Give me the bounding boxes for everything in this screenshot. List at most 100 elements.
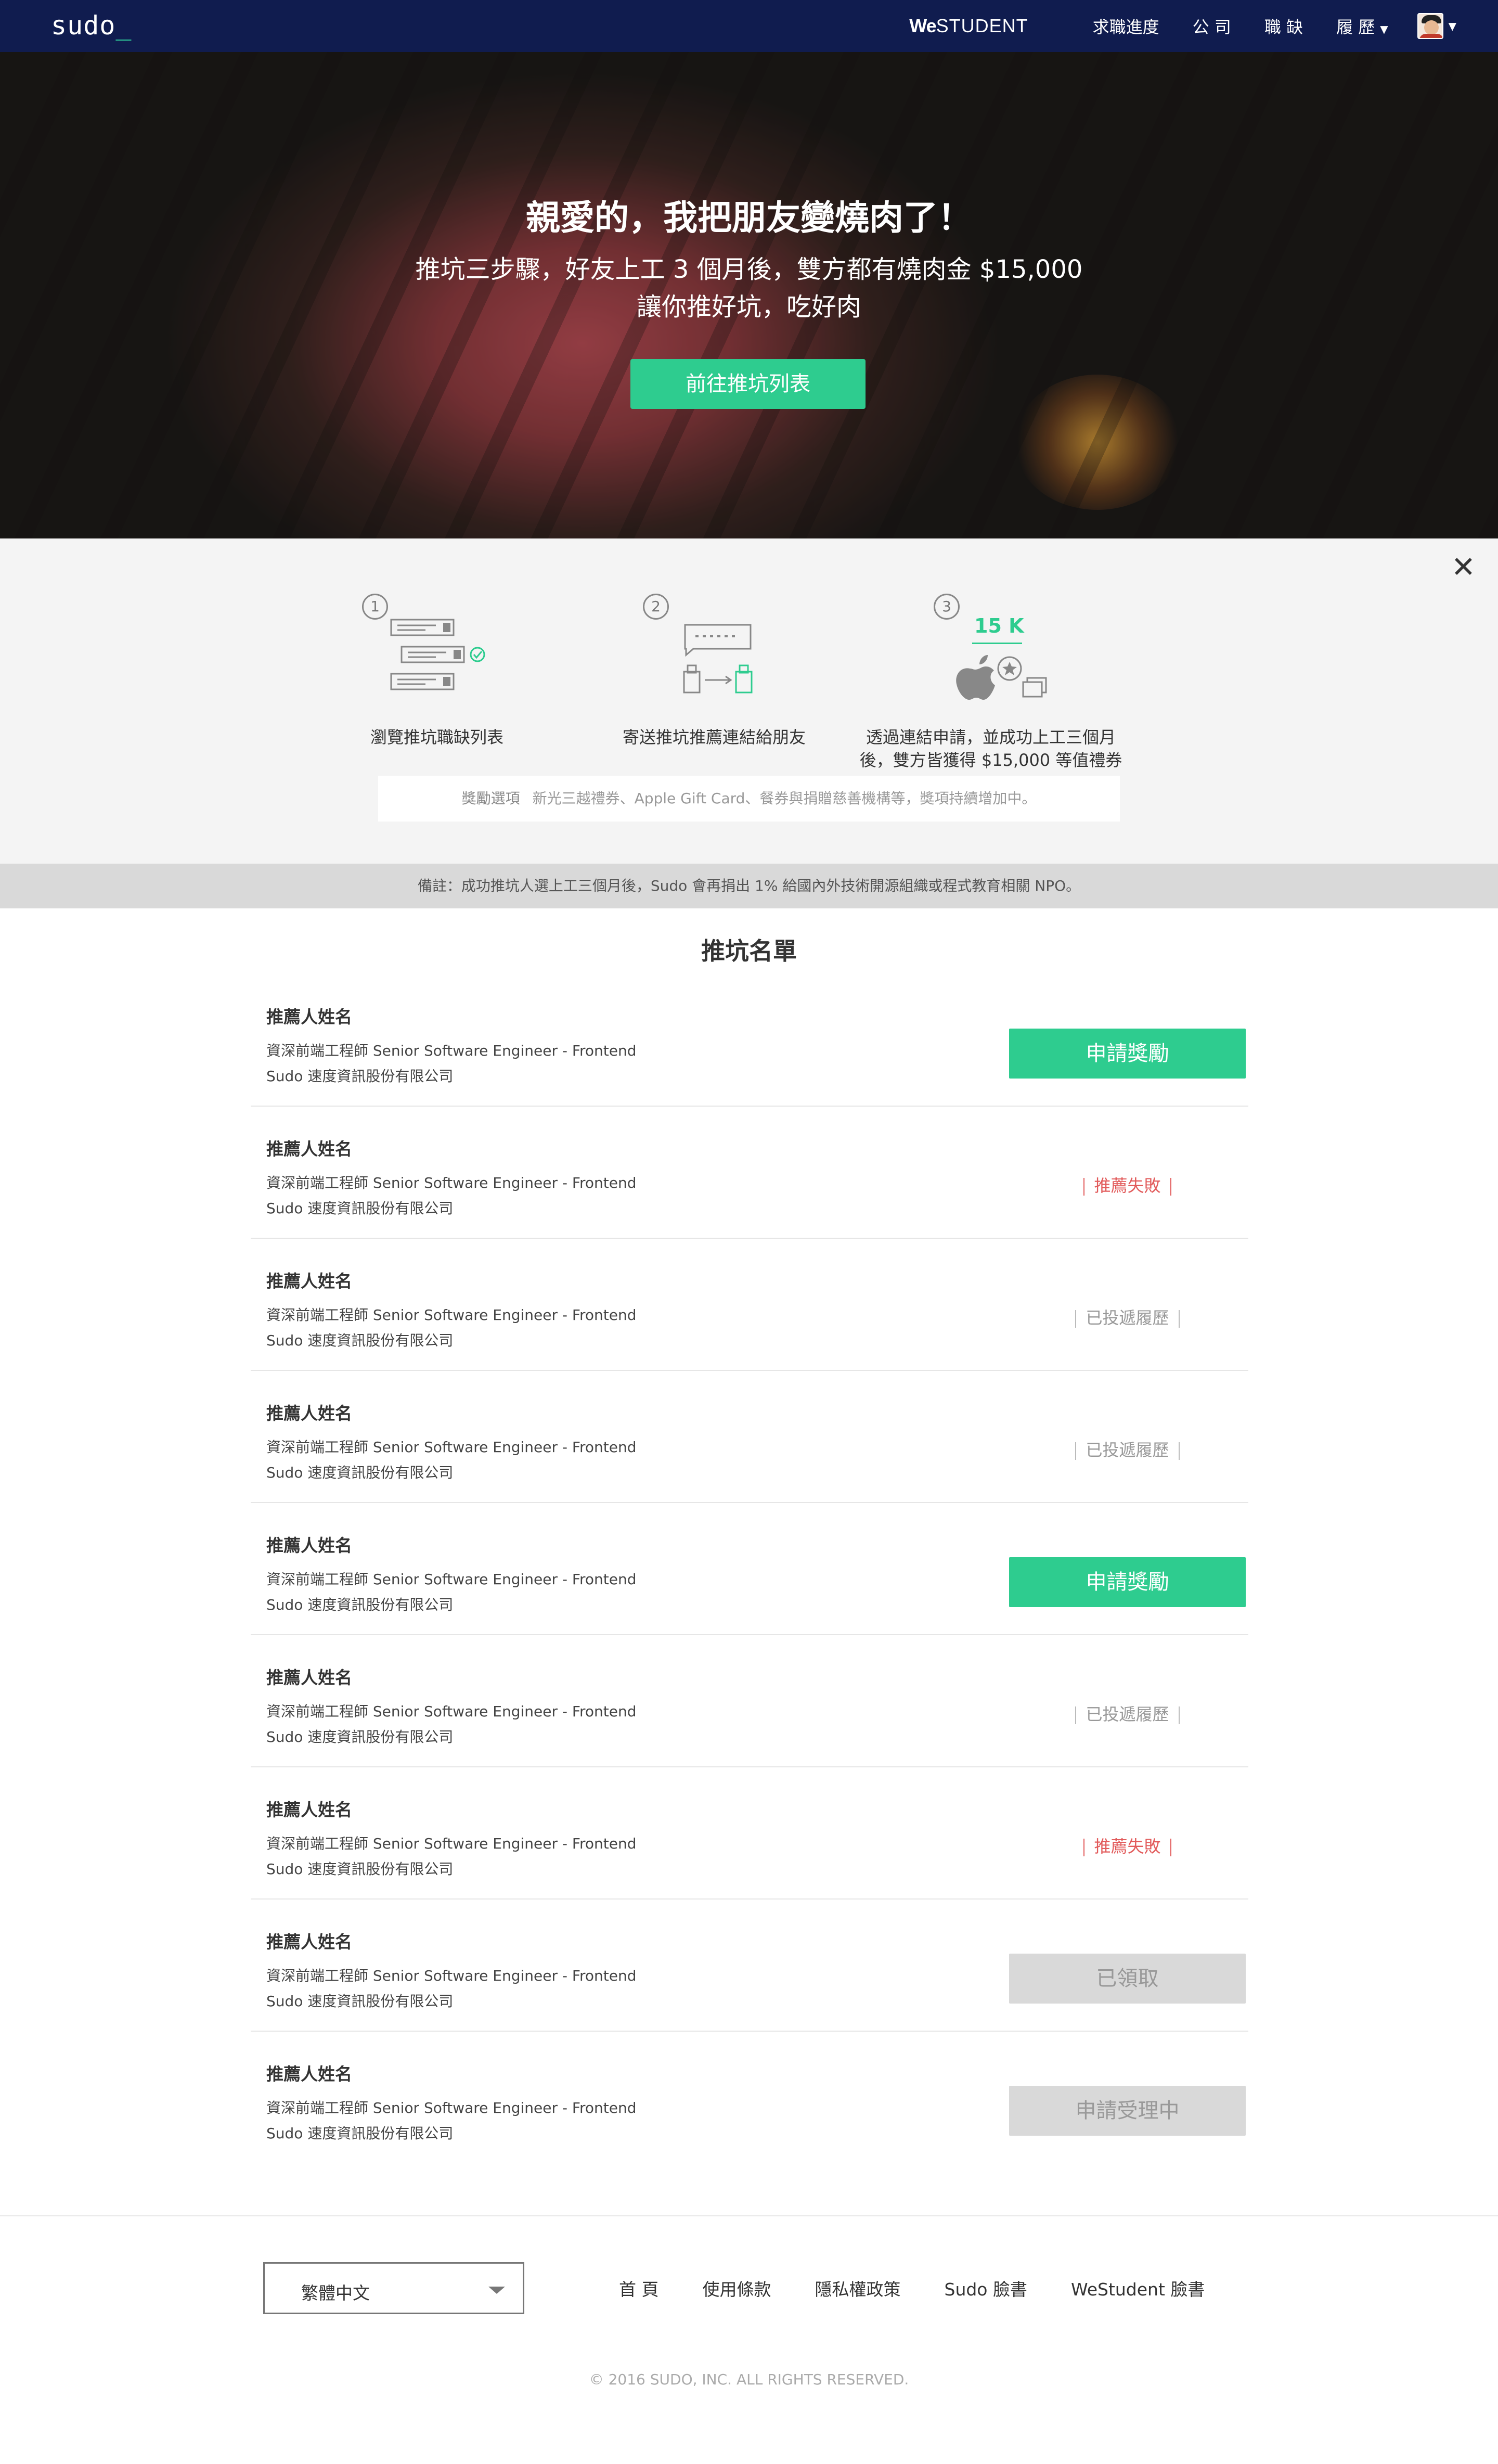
list-item: 推薦人姓名 資深前端工程師 Senior Software Engineer -… xyxy=(251,974,1248,1107)
company-name: Sudo 速度資訊股份有限公司 xyxy=(266,2125,454,2142)
referral-list-title: 推坑名單 xyxy=(701,937,797,965)
company-name: Sudo 速度資訊股份有限公司 xyxy=(266,1068,454,1085)
badge-underline xyxy=(972,643,1022,644)
company-name: Sudo 速度資訊股份有限公司 xyxy=(266,1728,454,1746)
reward-options-value: 新光三越禮券、Apple Gift Card、餐券與捐贈慈善機構等，獎項持續增加… xyxy=(532,790,1037,807)
status-badge: 推薦失敗 xyxy=(1009,1161,1246,1211)
user-menu[interactable]: ▼ xyxy=(1417,13,1456,39)
list-item: 推薦人姓名 資深前端工程師 Senior Software Engineer -… xyxy=(251,1371,1248,1503)
job-list-check-icon xyxy=(390,619,485,690)
job-title: 資深前端工程師 Senior Software Engineer - Front… xyxy=(266,1439,637,1456)
job-title: 資深前端工程師 Senior Software Engineer - Front… xyxy=(266,1042,637,1059)
sudo-logo[interactable]: sudo_ xyxy=(51,10,132,41)
referrer-name: 推薦人姓名 xyxy=(266,2064,352,2084)
share-link-icon xyxy=(683,624,753,694)
company-name: Sudo 速度資訊股份有限公司 xyxy=(266,1464,454,1481)
referrer-name: 推薦人姓名 xyxy=(266,1800,352,1820)
job-title: 資深前端工程師 Senior Software Engineer - Front… xyxy=(266,1703,637,1720)
job-title: 資深前端工程師 Senior Software Engineer - Front… xyxy=(266,1967,637,1984)
job-title: 資深前端工程師 Senior Software Engineer - Front… xyxy=(266,1835,637,1852)
apply-reward-button[interactable]: 申請獎勵 xyxy=(1009,1029,1246,1079)
referral-list: 推薦人姓名 資深前端工程師 Senior Software Engineer -… xyxy=(251,974,1248,2164)
footer-link-home[interactable]: 首 頁 xyxy=(619,2276,659,2301)
referrer-name: 推薦人姓名 xyxy=(266,1271,352,1291)
job-title: 資深前端工程師 Senior Software Engineer - Front… xyxy=(266,1174,637,1191)
close-icon[interactable]: ✕ xyxy=(1451,553,1476,582)
list-item: 推薦人姓名 資深前端工程師 Senior Software Engineer -… xyxy=(251,1107,1248,1239)
nav-menu: WeSTUDENT 求職進度 公 司 職 缺 履 歷 ▼ ▼ xyxy=(909,0,1456,52)
status-text: 已投遞履歷 xyxy=(1086,1308,1169,1328)
language-select[interactable]: 繁體中文 xyxy=(263,2262,524,2314)
nav-link-jobs[interactable]: 職 缺 xyxy=(1264,14,1303,38)
list-item: 推薦人姓名 資深前端工程師 Senior Software Engineer -… xyxy=(251,2032,1248,2164)
job-title: 資深前端工程師 Senior Software Engineer - Front… xyxy=(266,2099,637,2116)
job-title: 資深前端工程師 Senior Software Engineer - Front… xyxy=(266,1571,637,1588)
avatar xyxy=(1417,13,1443,39)
chevron-down-icon: ▼ xyxy=(1380,23,1388,35)
claimed-button: 已領取 xyxy=(1009,1954,1246,2004)
step-label: 透過連結申請，並成功上工三個月 xyxy=(866,727,1116,747)
hero-subtitle: 推坑三步驟，好友上工 3 個月後，雙方都有燒肉金 $15,000 xyxy=(415,255,1083,284)
top-navbar: sudo_ WeSTUDENT 求職進度 公 司 職 缺 履 歷 ▼ ▼ xyxy=(0,0,1498,52)
logo-text: sudo xyxy=(51,10,116,41)
hero-banner: 親愛的，我把朋友變燒肉了！ 推坑三步驟，好友上工 3 個月後，雙方都有燒肉金 $… xyxy=(0,52,1498,538)
step-label: 寄送推坑推薦連結給朋友 xyxy=(622,727,806,747)
hero-subtitle-2: 讓你推好坑，吃好肉 xyxy=(636,292,861,322)
step-label-2: 後，雙方皆獲得 $15,000 等值禮券 xyxy=(859,750,1122,770)
referrer-name: 推薦人姓名 xyxy=(266,1535,352,1556)
donation-note: 備註：成功推坑人選上工三個月後，Sudo 會再捐出 1% 給國內外技術開源組織或… xyxy=(0,864,1498,908)
company-name: Sudo 速度資訊股份有限公司 xyxy=(266,1993,454,2010)
nav-link-company[interactable]: 公 司 xyxy=(1193,14,1231,38)
step-number: 3 xyxy=(934,594,960,620)
reward-options: 獎勵選項 新光三越禮券、Apple Gift Card、餐券與捐贈慈善機構等，獎項… xyxy=(378,776,1120,822)
referrer-name: 推薦人姓名 xyxy=(266,1932,352,1952)
steps-panel: ✕ 1 瀏覽推坑職缺列表 2 寄送推坑推薦連結給朋友 3 15 K 透過連結申請… xyxy=(0,538,1498,864)
list-item: 推薦人姓名 資深前端工程師 Senior Software Engineer -… xyxy=(251,1900,1248,2032)
status-badge: 已投遞履歷 xyxy=(1009,1425,1246,1475)
chevron-down-icon: ▼ xyxy=(1448,20,1456,32)
reward-amount-badge: 15 K xyxy=(974,614,1024,637)
status-badge: 已投遞履歷 xyxy=(1009,1689,1246,1739)
footer-link-terms[interactable]: 使用條款 xyxy=(703,2276,771,2301)
step-number: 2 xyxy=(643,594,669,620)
footer-links: 首 頁 使用條款 隱私權政策 Sudo 臉書 WeStudent 臉書 xyxy=(619,2276,1248,2301)
company-name: Sudo 速度資訊股份有限公司 xyxy=(266,1200,454,1217)
list-item: 推薦人姓名 資深前端工程師 Senior Software Engineer -… xyxy=(251,1635,1248,1767)
copyright: © 2016 SUDO, INC. ALL RIGHTS RESERVED. xyxy=(589,2371,909,2388)
step-number: 1 xyxy=(362,594,388,620)
language-select-value: 繁體中文 xyxy=(301,2283,370,2303)
footer-link-westudent-facebook[interactable]: WeStudent 臉書 xyxy=(1071,2276,1205,2301)
hero-title: 親愛的，我把朋友變燒肉了！ xyxy=(526,198,972,238)
logo-cursor: _ xyxy=(115,10,132,41)
referrer-name: 推薦人姓名 xyxy=(266,1403,352,1423)
nav-link-resume[interactable]: 履 歷 ▼ xyxy=(1336,14,1388,38)
brand-we-text: We xyxy=(909,15,936,36)
status-text: 已投遞履歷 xyxy=(1086,1704,1169,1724)
job-title: 資深前端工程師 Senior Software Engineer - Front… xyxy=(266,1306,637,1324)
step-label: 瀏覽推坑職缺列表 xyxy=(370,727,503,747)
processing-button: 申請受理中 xyxy=(1009,2086,1246,2136)
chevron-down-icon xyxy=(488,2287,505,2294)
gift-reward-icon xyxy=(956,655,1047,700)
footer-divider xyxy=(0,2215,1498,2216)
status-text: 推薦失敗 xyxy=(1094,1837,1161,1856)
footer-link-privacy[interactable]: 隱私權政策 xyxy=(815,2276,901,2301)
status-text: 已投遞履歷 xyxy=(1086,1440,1169,1460)
referrer-name: 推薦人姓名 xyxy=(266,1007,352,1027)
status-badge: 推薦失敗 xyxy=(1009,1821,1246,1871)
footer-link-sudo-facebook[interactable]: Sudo 臉書 xyxy=(945,2276,1028,2301)
apply-reward-button[interactable]: 申請獎勵 xyxy=(1009,1557,1246,1607)
go-referral-list-button[interactable]: 前往推坑列表 xyxy=(630,359,866,409)
company-name: Sudo 速度資訊股份有限公司 xyxy=(266,1332,454,1349)
list-item: 推薦人姓名 資深前端工程師 Senior Software Engineer -… xyxy=(251,1767,1248,1900)
reward-options-key: 獎勵選項 xyxy=(461,790,520,807)
status-badge: 已投遞履歷 xyxy=(1009,1293,1246,1343)
brand-student-text: STUDENT xyxy=(936,15,1028,36)
company-name: Sudo 速度資訊股份有限公司 xyxy=(266,1596,454,1613)
westudent-brand[interactable]: WeSTUDENT xyxy=(909,15,1028,37)
status-text: 推薦失敗 xyxy=(1094,1176,1161,1196)
referrer-name: 推薦人姓名 xyxy=(266,1139,352,1159)
nav-link-progress[interactable]: 求職進度 xyxy=(1093,14,1159,38)
nav-link-resume-label: 履 歷 xyxy=(1336,17,1375,37)
list-item: 推薦人姓名 資深前端工程師 Senior Software Engineer -… xyxy=(251,1503,1248,1635)
